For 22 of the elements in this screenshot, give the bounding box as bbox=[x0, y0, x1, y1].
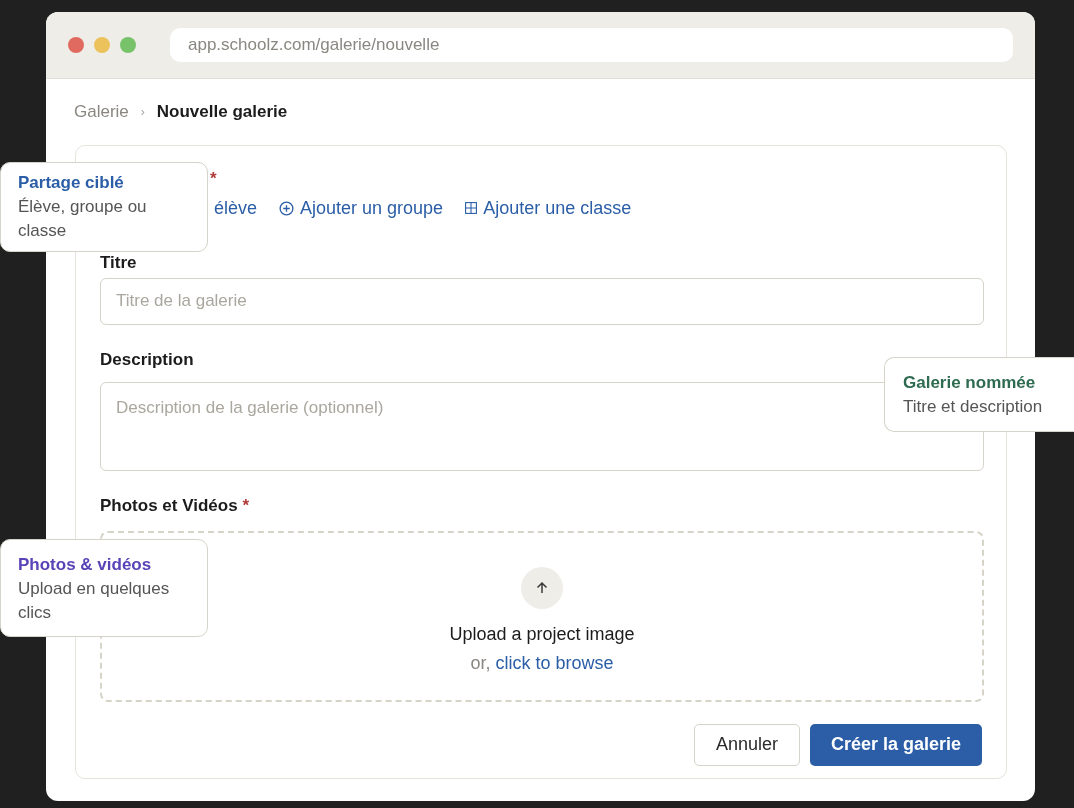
add-link[interactable]: Ajouter un groupe bbox=[279, 194, 444, 222]
breadcrumb-separator: › bbox=[140, 104, 145, 121]
address-bar[interactable]: app.schoolz.com/galerie/nouvelle bbox=[170, 28, 1013, 62]
title-field[interactable]: Titre de la galerie bbox=[100, 277, 984, 325]
breadcrumb-link[interactable]: Galerie bbox=[74, 99, 129, 125]
field-label: Photos et Vidéos bbox=[100, 495, 238, 517]
required-mark: * bbox=[210, 170, 217, 188]
grid-icon bbox=[465, 202, 478, 214]
plus-circle-icon bbox=[279, 200, 295, 216]
required-mark: * bbox=[242, 495, 250, 517]
field-label: Description bbox=[100, 348, 194, 371]
browse-link[interactable]: click to browse bbox=[495, 649, 614, 677]
callout-title: Partage ciblé bbox=[18, 172, 125, 194]
cancel-button[interactable]: Annuler bbox=[693, 723, 800, 766]
upload-hint: or, bbox=[470, 651, 491, 675]
breadcrumb-current: Nouvelle galerie bbox=[156, 101, 288, 124]
callout-text: Élève, groupe ou classe bbox=[18, 196, 148, 242]
create-button[interactable]: Créer la galerie bbox=[809, 723, 982, 766]
add-link[interactable]: Ajouter une classe bbox=[465, 194, 632, 222]
add-link[interactable]: élève bbox=[214, 194, 258, 222]
upload-prompt: Upload a project image bbox=[449, 622, 635, 646]
field-label: Titre bbox=[100, 252, 137, 274]
